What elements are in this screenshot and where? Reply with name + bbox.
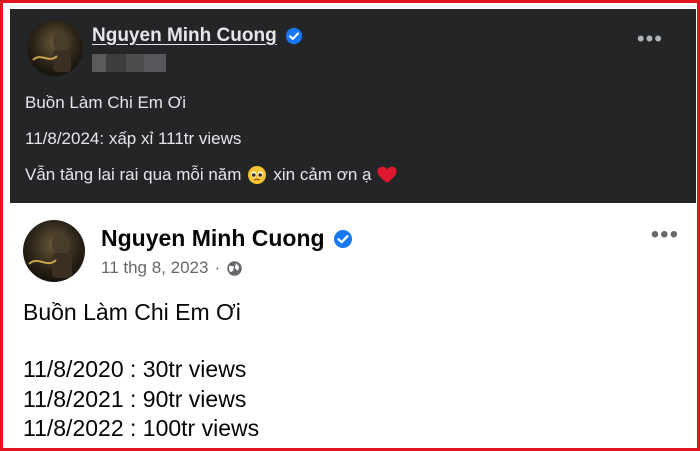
screenshot-frame: Nguyen Minh Cuong ••• Buồn Làm Chi Em Ơi… — [0, 0, 700, 451]
post-song-title: Buồn Làm Chi Em Ơi — [23, 299, 241, 325]
blurred-timestamp — [92, 54, 166, 72]
post-song-title: Buồn Làm Chi Em Ơi — [25, 93, 187, 112]
author-avatar[interactable] — [27, 20, 83, 76]
author-avatar[interactable] — [23, 220, 85, 282]
thanks-text-before: Vẫn tăng lai rai qua mỗi năm — [25, 165, 242, 184]
post-date-link[interactable]: 11 thg 8, 2023 — [101, 258, 208, 278]
author-name-link[interactable]: Nguyen Minh Cuong — [101, 225, 353, 252]
post-stat-line: 11/8/2021 : 90tr views — [23, 386, 247, 412]
globe-icon — [227, 260, 242, 276]
author-name[interactable]: Nguyen Minh Cuong — [92, 25, 277, 47]
author-name-link[interactable]: Nguyen Minh Cuong — [92, 25, 303, 47]
verified-badge-icon — [333, 229, 352, 248]
thanks-text-after: xin cảm ơn ạ — [273, 165, 372, 184]
old-post-card: Nguyen Minh Cuong 11 thg 8, 2023 · ••• B… — [6, 203, 697, 448]
verified-badge-icon — [285, 27, 302, 45]
more-options-button[interactable]: ••• — [651, 223, 679, 247]
red-heart-icon — [377, 166, 397, 183]
post-stat-line: 11/8/2022 : 100tr views — [23, 415, 260, 441]
more-options-button[interactable]: ••• — [637, 28, 663, 50]
post-stat-line: 11/8/2020 : 30tr views — [23, 356, 247, 382]
new-post-card: Nguyen Minh Cuong ••• Buồn Làm Chi Em Ơi… — [10, 9, 696, 203]
author-name[interactable]: Nguyen Minh Cuong — [101, 225, 325, 252]
post-thanks-line: Vẫn tăng lai rai qua mỗi năm xin cảm ơn … — [25, 165, 397, 185]
pleading-face-icon — [248, 166, 267, 184]
meta-separator: · — [214, 258, 221, 277]
post-meta: 11 thg 8, 2023 · — [101, 258, 243, 278]
post-views-line: 11/8/2024: xấp xỉ 111tr views — [25, 129, 242, 148]
